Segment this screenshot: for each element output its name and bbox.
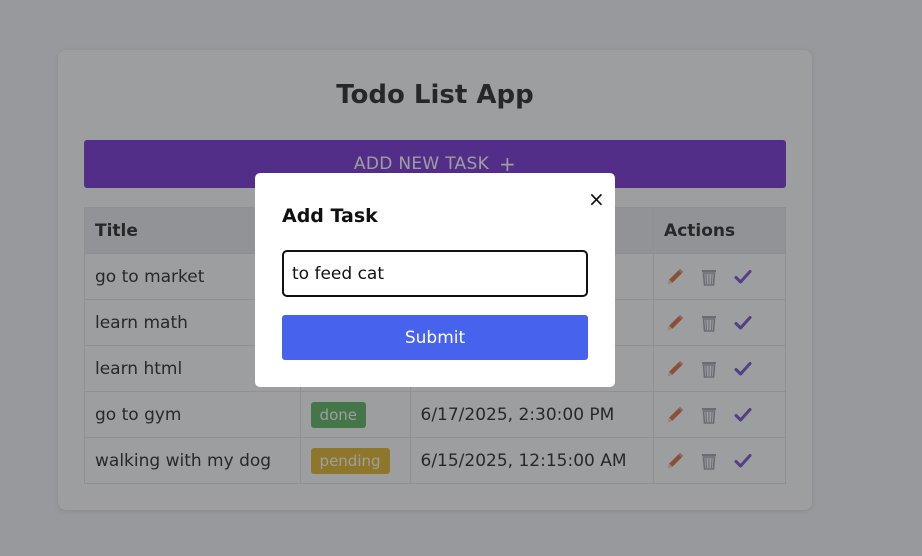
task-title-input[interactable] [282,250,588,297]
add-task-modal: Add Task × Submit [255,173,615,387]
close-icon[interactable]: × [588,189,605,209]
submit-button[interactable]: Submit [282,315,588,360]
page: Todo List App ADD NEW TASK + Title Actio… [0,0,922,556]
modal-title: Add Task [282,205,378,227]
